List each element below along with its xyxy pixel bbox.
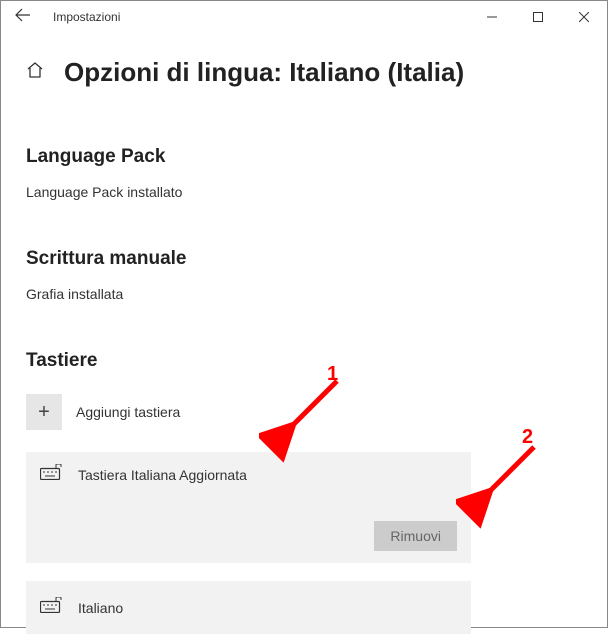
keyboard-item[interactable]: Italiano [26, 581, 471, 634]
section-title-keyboards: Tastiere [26, 350, 582, 372]
keyboard-icon [40, 597, 62, 618]
home-icon[interactable] [26, 61, 46, 84]
keyboard-name: Italiano [78, 600, 123, 616]
handwriting-status: Grafia installata [26, 286, 582, 302]
plus-icon: + [26, 394, 62, 430]
remove-keyboard-button[interactable]: Rimuovi [374, 521, 457, 551]
add-keyboard-button[interactable]: + Aggiungi tastiera [26, 390, 582, 434]
page-title: Opzioni di lingua: Italiano (Italia) [64, 57, 464, 88]
back-button[interactable] [15, 8, 35, 27]
keyboard-icon [40, 464, 62, 485]
close-button[interactable] [561, 1, 607, 33]
app-title: Impostazioni [53, 10, 120, 24]
minimize-button[interactable] [469, 1, 515, 33]
maximize-button[interactable] [515, 1, 561, 33]
section-title-handwriting: Scrittura manuale [26, 248, 582, 270]
add-keyboard-label: Aggiungi tastiera [76, 404, 180, 420]
language-pack-status: Language Pack installato [26, 184, 582, 200]
keyboard-name: Tastiera Italiana Aggiornata [78, 467, 247, 483]
section-title-language-pack: Language Pack [26, 146, 582, 168]
keyboard-item[interactable]: Tastiera Italiana Aggiornata Rimuovi [26, 452, 471, 563]
